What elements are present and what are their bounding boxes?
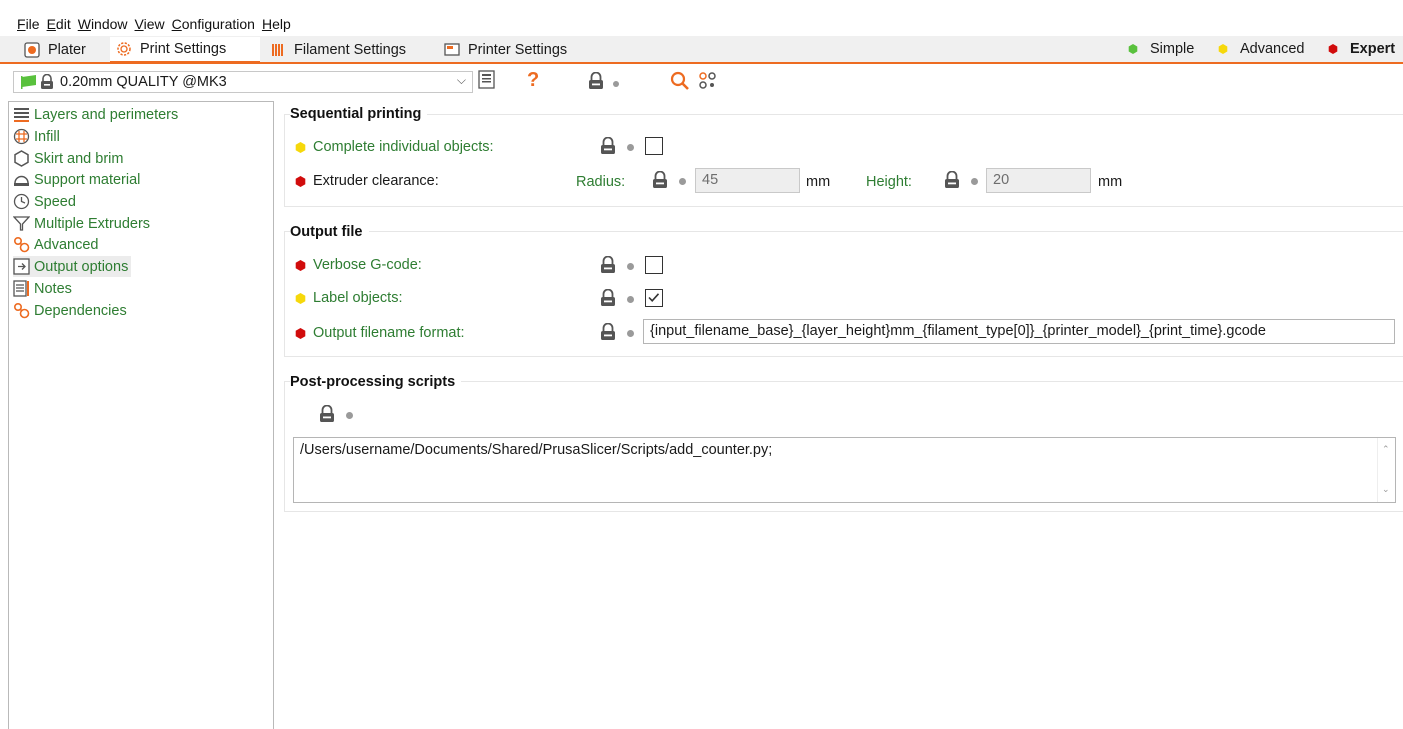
option-verbose-gcode-label: Verbose G-code: xyxy=(295,257,422,273)
label-objects-checkbox[interactable] xyxy=(645,289,663,307)
group-title-postproc: Post-processing scripts xyxy=(290,374,462,390)
filament-spool-icon xyxy=(270,42,286,58)
radius-input[interactable]: 45 xyxy=(695,168,800,193)
chevron-down-icon: ⌵ xyxy=(456,73,466,87)
svg-text:?: ? xyxy=(527,69,539,90)
plater-icon xyxy=(24,41,40,58)
expert-mode-icon xyxy=(295,259,306,271)
extruders-icon xyxy=(13,215,30,232)
question-icon[interactable]: ? xyxy=(526,68,540,90)
dot-icon xyxy=(346,412,353,419)
option-complete-objects-label: Complete individual objects: xyxy=(295,139,494,155)
mode-expert[interactable]: Expert xyxy=(1328,41,1395,57)
speed-icon xyxy=(13,193,30,210)
sidebar-item-layers[interactable]: Layers and perimeters xyxy=(13,104,181,125)
dot-icon xyxy=(613,81,619,87)
sidebar-item-infill[interactable]: Infill xyxy=(13,126,63,147)
expert-mode-icon xyxy=(295,175,306,187)
radius-unit: mm xyxy=(806,174,831,190)
lock-icon[interactable] xyxy=(600,323,616,341)
dot-icon xyxy=(627,144,634,151)
lock-icon[interactable] xyxy=(600,137,616,155)
sidebar-item-output[interactable]: Output options xyxy=(13,256,132,277)
verbose-gcode-checkbox[interactable] xyxy=(645,256,663,274)
save-preset-icon[interactable] xyxy=(478,70,496,90)
lock-icon[interactable] xyxy=(652,171,668,189)
menu-file[interactable]: File xyxy=(17,16,40,32)
menu-edit[interactable]: Edit xyxy=(47,16,71,32)
tab-print-settings[interactable]: Print Settings xyxy=(110,37,260,64)
flag-icon xyxy=(21,75,36,89)
sidebar-item-support[interactable]: Support material xyxy=(13,169,143,190)
sidebar-item-notes[interactable]: Notes xyxy=(13,278,75,299)
radius-label: Radius: xyxy=(576,174,626,190)
layers-icon xyxy=(13,106,30,123)
menu-configuration[interactable]: Configuration xyxy=(172,16,255,32)
lock-icon[interactable] xyxy=(588,72,604,90)
advanced-icon xyxy=(13,236,30,253)
sidebar-item-dependencies[interactable]: Dependencies xyxy=(13,300,130,321)
dot-icon xyxy=(971,178,978,185)
option-output-filename-label: Output filename format: xyxy=(295,325,465,341)
printer-icon xyxy=(444,42,460,58)
group-title-output: Output file xyxy=(290,224,369,240)
scroll-down-icon[interactable]: ⌄ xyxy=(1382,484,1390,495)
advanced-mode-icon xyxy=(295,292,306,304)
tab-filament-settings[interactable]: Filament Settings xyxy=(264,37,434,62)
mode-advanced[interactable]: Advanced xyxy=(1218,41,1305,57)
dot-icon xyxy=(679,178,686,185)
preset-combo[interactable]: 0.20mm QUALITY @MK3 ⌵ xyxy=(13,71,473,93)
compare-icon[interactable] xyxy=(698,71,718,91)
option-extruder-clearance-label: Extruder clearance: xyxy=(295,173,439,189)
notes-icon xyxy=(13,280,30,297)
group-title-sequential: Sequential printing xyxy=(290,106,428,122)
sidebar-item-advanced[interactable]: Advanced xyxy=(13,234,102,255)
post-processing-textarea[interactable]: /Users/username/Documents/Shared/PrusaSl… xyxy=(293,437,1396,503)
height-input[interactable]: 20 xyxy=(986,168,1091,193)
settings-sidebar: Layers and perimeters Infill Skirt and b… xyxy=(8,101,274,729)
menu-window[interactable]: Window xyxy=(78,16,128,32)
output-icon xyxy=(13,258,30,275)
scroll-up-icon[interactable]: ⌃ xyxy=(1382,444,1390,455)
sidebar-item-speed[interactable]: Speed xyxy=(13,191,79,212)
tab-bar: Plater Print Settings Filament Settings … xyxy=(0,36,1403,64)
cog-icon xyxy=(116,41,132,57)
option-label-objects-label: Label objects: xyxy=(295,290,402,306)
mode-simple[interactable]: Simple xyxy=(1128,41,1194,57)
checkmark-icon xyxy=(648,293,660,302)
dependencies-icon xyxy=(13,302,30,319)
menu-bar: File Edit Window View Configuration Help xyxy=(0,0,1403,34)
tab-plater[interactable]: Plater xyxy=(18,37,108,62)
dot-icon xyxy=(627,296,634,303)
advanced-mode-icon xyxy=(295,141,306,153)
advanced-mode-icon xyxy=(1218,44,1228,54)
lock-icon[interactable] xyxy=(319,405,335,423)
expert-mode-icon xyxy=(295,327,306,339)
height-unit: mm xyxy=(1098,174,1123,190)
support-icon xyxy=(13,171,30,188)
height-label: Height: xyxy=(866,174,912,190)
sidebar-item-extruders[interactable]: Multiple Extruders xyxy=(13,213,153,234)
menu-help[interactable]: Help xyxy=(262,16,291,32)
dot-icon xyxy=(627,263,634,270)
expert-mode-icon xyxy=(1328,44,1338,54)
lock-icon[interactable] xyxy=(600,256,616,274)
dot-icon xyxy=(627,330,634,337)
preset-toolbar: 0.20mm QUALITY @MK3 ⌵ ? xyxy=(0,66,1403,102)
complete-objects-checkbox[interactable] xyxy=(645,137,663,155)
menu-view[interactable]: View xyxy=(135,16,165,32)
lock-icon[interactable] xyxy=(600,289,616,307)
output-filename-input[interactable]: {input_filename_base}_{layer_height}mm_{… xyxy=(643,319,1395,344)
infill-icon xyxy=(13,128,30,145)
textarea-scrollbar[interactable]: ⌃ ⌄ xyxy=(1377,438,1395,502)
group-sequential-printing xyxy=(284,114,1403,207)
tab-printer-settings[interactable]: Printer Settings xyxy=(438,37,588,62)
simple-mode-icon xyxy=(1128,44,1138,54)
system-lock-icon xyxy=(41,74,53,89)
skirt-icon xyxy=(13,150,30,167)
lock-icon[interactable] xyxy=(944,171,960,189)
sidebar-item-skirt[interactable]: Skirt and brim xyxy=(13,148,126,169)
search-icon[interactable] xyxy=(669,70,691,92)
